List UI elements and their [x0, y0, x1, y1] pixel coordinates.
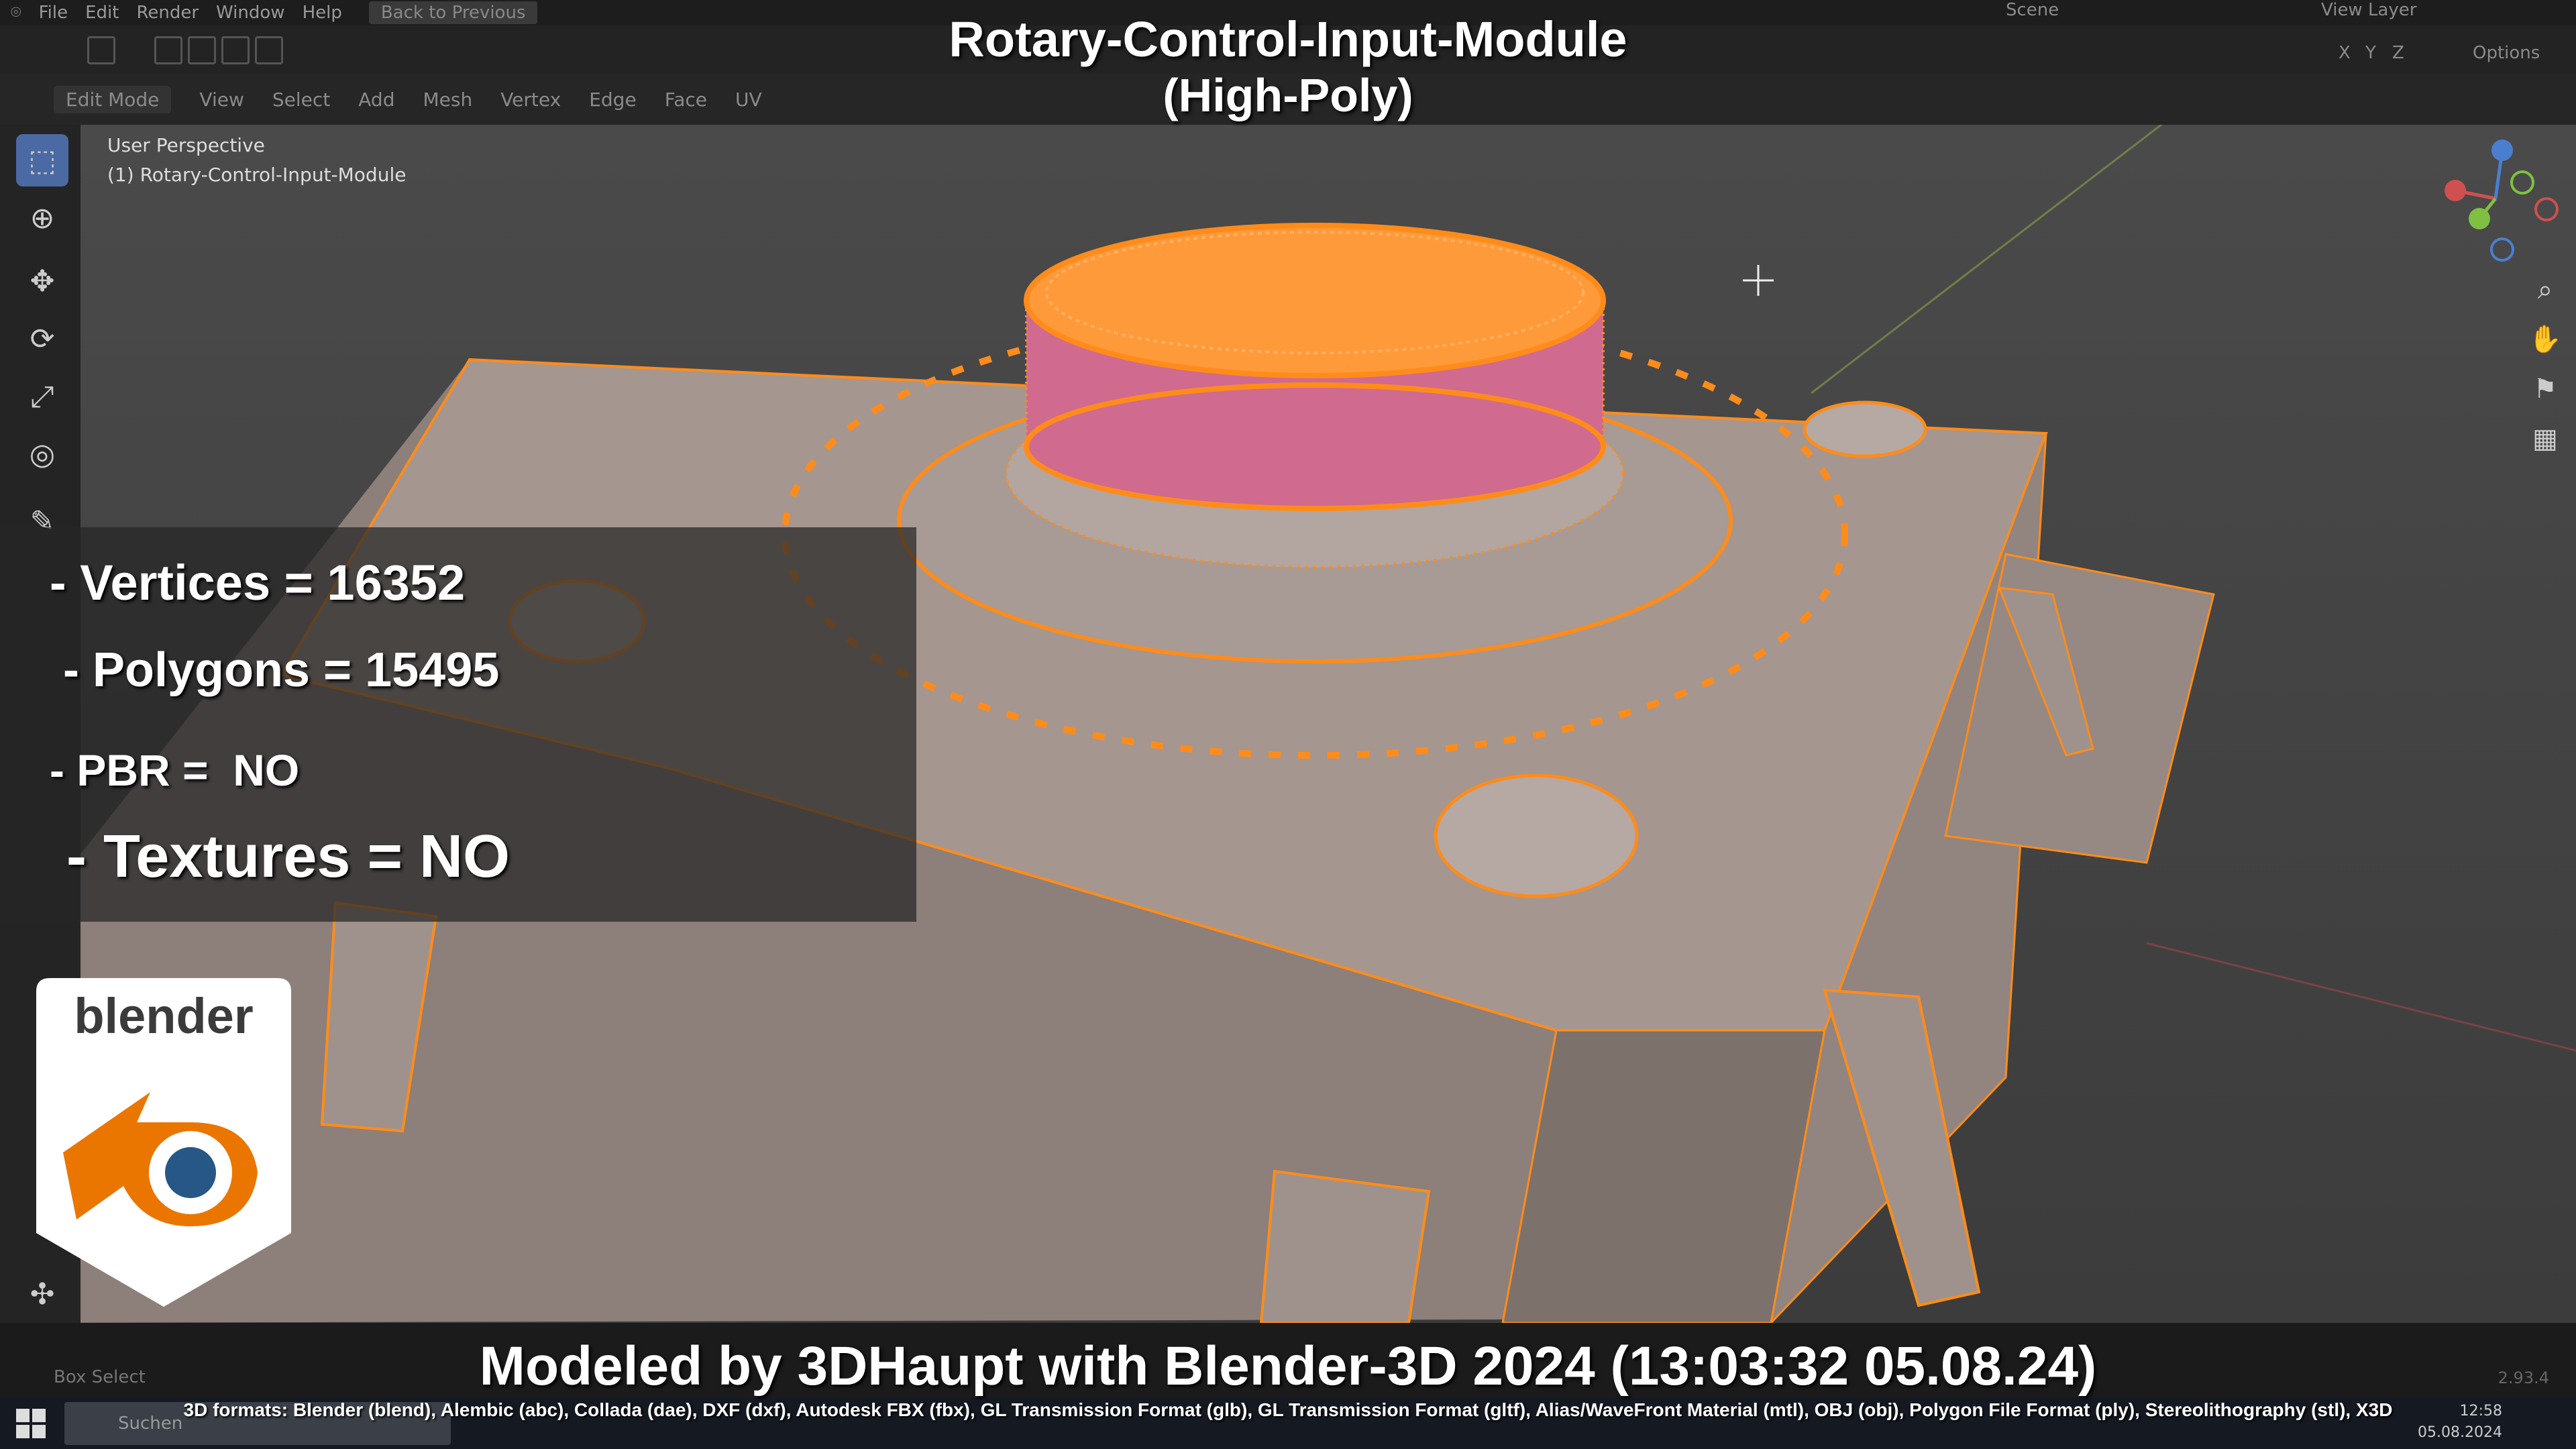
pbr-stat: - PBR = NO [50, 745, 300, 795]
blender-logo-text: blender [74, 988, 253, 1044]
gizmo-y-icon[interactable] [2469, 208, 2490, 229]
credit-caption: Modeled by 3DHaupt with Blender-3D 2024 … [479, 1336, 2097, 1397]
transform-tool-icon[interactable]: ◎ [16, 428, 68, 480]
vertices-stat: - Vertices = 16352 [50, 555, 466, 610]
page-subtitle: (High-Poly) [1163, 69, 1413, 121]
gizmo-x-icon[interactable] [2445, 180, 2466, 201]
textures-stat: - Textures = NO [50, 823, 511, 890]
rotate-tool-icon[interactable]: ⟳ [16, 313, 68, 365]
navigation-gizmo[interactable] [2428, 131, 2563, 266]
page-title: Rotary-Control-Input-Module [949, 11, 1627, 67]
zoom-icon[interactable]: ⌕ [2526, 271, 2564, 309]
taskbar-date: 05.08.2024 [2418, 1424, 2502, 1441]
blender-logo: blender [36, 978, 291, 1307]
scale-tool-icon[interactable]: ⤢ [16, 370, 68, 423]
pan-hand-icon[interactable]: ✋ [2526, 321, 2564, 358]
select-box-tool-icon[interactable]: ⬚ [16, 134, 68, 186]
move-tool-icon[interactable]: ✥ [16, 255, 68, 307]
polygons-stat: - Polygons = 15495 [50, 643, 500, 697]
viewport-perspective-label: User Perspective [107, 134, 265, 156]
cursor-tool-icon[interactable]: ⊕ [16, 192, 68, 244]
viewport-object-label: (1) Rotary-Control-Input-Module [107, 164, 407, 186]
gizmo-z-icon[interactable] [2491, 140, 2513, 161]
ortho-grid-icon[interactable]: ▦ [2526, 420, 2564, 458]
camera-view-icon[interactable]: ⚑ [2526, 370, 2564, 408]
formats-caption: 3D formats: Blender (blend), Alembic (ab… [183, 1399, 2393, 1420]
